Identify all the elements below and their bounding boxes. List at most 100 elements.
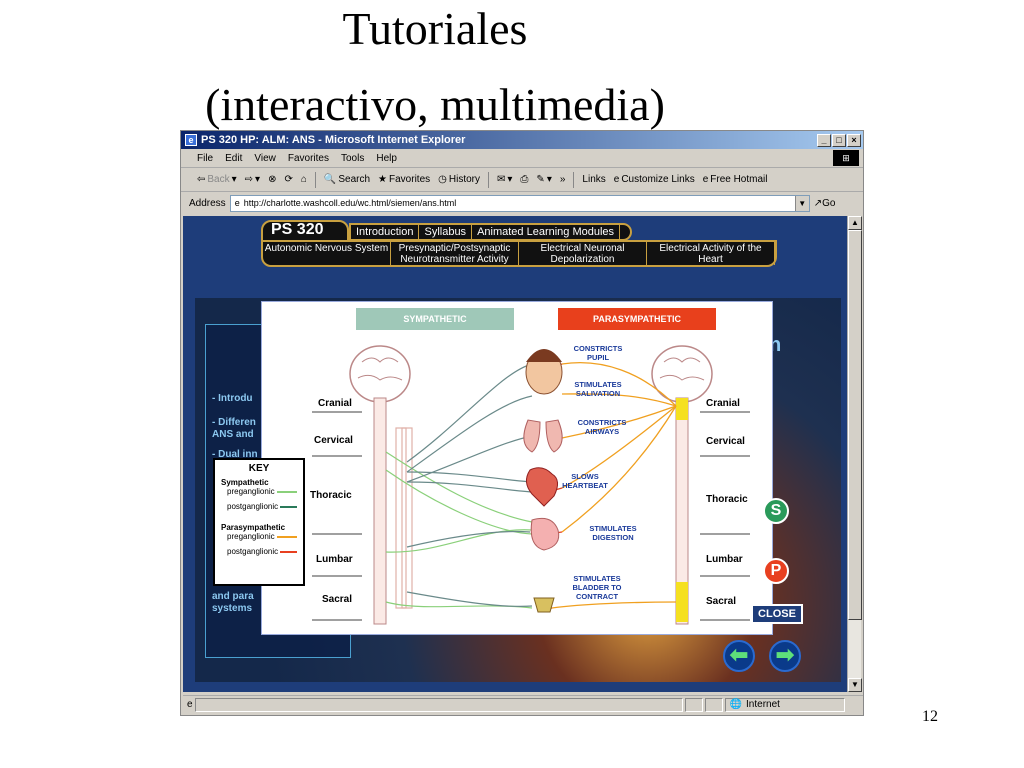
page-content: PS 320Health Psychology Introduction Syl…	[183, 216, 851, 692]
menu-favorites[interactable]: Favorites	[288, 153, 329, 164]
key-para-post: postganglionic	[221, 547, 297, 556]
maximize-button[interactable]: □	[832, 133, 846, 147]
forward-button[interactable]: ⇨ ▾	[245, 174, 260, 185]
key-symp-pre-label: preganglionic	[227, 487, 275, 496]
label-lumbar-left: Lumbar	[316, 554, 353, 565]
gray-fibers	[406, 363, 533, 607]
nav-animated-modules[interactable]: Animated Learning Modules	[472, 225, 621, 239]
scroll-thumb[interactable]	[848, 230, 862, 620]
nav-heart[interactable]: Electrical Activity of the Heart	[647, 242, 775, 265]
links-label[interactable]: Links	[582, 174, 605, 185]
go-label: Go	[822, 197, 836, 209]
list-item[interactable]: - Differen	[212, 417, 256, 429]
page-icon: e	[702, 174, 709, 185]
browser-window: e PS 320 HP: ALM: ANS - Microsoft Intern…	[180, 130, 864, 716]
key-symp-post: postganglionic	[221, 502, 297, 511]
close-window-button[interactable]: ×	[847, 133, 861, 147]
list-item[interactable]: systems	[212, 603, 252, 615]
favorites-icon: ★	[378, 174, 388, 185]
toolbar-overflow-icon[interactable]: »	[560, 174, 566, 185]
module-nav: Autonomic Nervous System Presynaptic/Pos…	[261, 240, 777, 267]
search-label: Search	[338, 174, 371, 185]
label-cervical-right: Cervical	[706, 436, 745, 447]
page-icon: e	[234, 198, 240, 208]
slide-title-line1: Tutoriales	[342, 3, 528, 54]
page-icon: e	[613, 174, 620, 185]
course-logo[interactable]: PS 320Health Psychology	[261, 220, 349, 246]
arrow-right-icon: ➡	[775, 642, 795, 667]
arrow-left-icon: ⬅	[729, 642, 749, 667]
key-line	[276, 490, 297, 493]
address-label: Address	[189, 197, 226, 209]
stop-icon: ⊗	[268, 174, 277, 185]
close-button[interactable]: CLOSE	[751, 604, 803, 624]
forward-arrow-button[interactable]: ➡	[769, 640, 801, 672]
slide-number: 12	[922, 708, 938, 725]
home-button[interactable]: ⌂	[301, 174, 307, 185]
favorites-label: Favorites	[389, 174, 431, 185]
refresh-button[interactable]: ⟳	[284, 174, 292, 185]
left-spine	[349, 345, 411, 625]
key-symp-post-label: postganglionic	[227, 502, 279, 511]
nav-ans[interactable]: Autonomic Nervous System	[263, 242, 391, 265]
address-bar: Address e http://charlotte.washcoll.edu/…	[181, 192, 863, 214]
parasympathetic-button[interactable]: P	[763, 558, 789, 584]
menu-view[interactable]: View	[254, 153, 276, 164]
edit-icon: ✎	[536, 174, 545, 185]
edit-button[interactable]: ✎ ▾	[536, 174, 551, 185]
nav-introduction[interactable]: Introduction	[351, 225, 420, 239]
go-button[interactable]: ↗Go	[814, 198, 836, 209]
print-icon: ⎙	[520, 174, 529, 185]
list-item[interactable]: ANS and	[212, 429, 254, 441]
back-button[interactable]: ⇦ Back ▾	[197, 174, 237, 185]
favorites-button[interactable]: ★ Favorites	[378, 174, 430, 185]
history-label: History	[448, 174, 480, 185]
back-arrow-icon: ⇦	[197, 174, 206, 185]
address-url: http://charlotte.washcoll.edu/wc.html/si…	[243, 198, 457, 208]
history-button[interactable]: ◷ History	[438, 174, 480, 185]
list-item[interactable]: - Introdu	[212, 393, 253, 405]
status-message	[194, 697, 683, 712]
stop-button[interactable]: ⊗	[268, 174, 276, 185]
chevron-down-icon[interactable]: ▼	[794, 195, 809, 211]
list-item[interactable]: and para	[212, 591, 254, 603]
free-hotmail-link[interactable]: e Free Hotmail	[703, 174, 768, 185]
nav-syllabus[interactable]: Syllabus	[419, 225, 473, 239]
mail-button[interactable]: ✉ ▾	[497, 174, 512, 185]
globe-icon: 🌐	[729, 699, 743, 710]
effect-pupil: CONSTRICTS PUPIL	[573, 344, 623, 362]
effect-salivation: STIMULATES SALIVATION	[574, 380, 622, 398]
menu-edit[interactable]: Edit	[225, 153, 242, 164]
key-para-post-label: postganglionic	[227, 547, 279, 556]
toolbar-divider	[488, 171, 489, 188]
top-nav: Introduction Syllabus Animated Learning …	[349, 223, 633, 241]
sympathetic-button[interactable]: S	[763, 498, 789, 524]
key-line	[280, 505, 297, 508]
address-input[interactable]: e http://charlotte.washcoll.edu/wc.html/…	[229, 194, 810, 212]
menu-help[interactable]: Help	[376, 153, 397, 164]
minimize-button[interactable]: _	[817, 133, 831, 147]
free-hotmail-label: Free Hotmail	[710, 174, 768, 185]
status-cell	[684, 697, 703, 712]
vertical-scrollbar[interactable]: ▲ ▼	[847, 216, 862, 692]
nav-neurotransmitter[interactable]: Presynaptic/Postsynaptic Neurotransmitte…	[391, 242, 519, 265]
search-button[interactable]: 🔍 Search	[324, 174, 370, 185]
effect-digestion: STIMULATES DIGESTION	[589, 524, 637, 542]
page-icon: e	[187, 699, 193, 710]
nav-depolarization[interactable]: Electrical Neuronal Depolarization	[519, 242, 647, 265]
toolbar-divider	[573, 171, 575, 188]
right-spine	[651, 345, 713, 625]
scroll-up-icon[interactable]: ▲	[848, 216, 862, 230]
search-icon: 🔍	[323, 174, 337, 185]
customize-links[interactable]: e Customize Links	[614, 174, 695, 185]
key-para-pre: preganglionic	[221, 532, 297, 541]
menu-tools[interactable]: Tools	[341, 153, 364, 164]
print-button[interactable]: ⎙	[520, 174, 528, 185]
back-arrow-button[interactable]: ⬅	[723, 640, 755, 672]
menu-file[interactable]: File	[197, 153, 213, 164]
key-parasympathetic: Parasympathetic	[221, 523, 286, 532]
ans-diagram-popup: SYMPATHETIC PARASYMPATHETIC Cranial Cerv…	[261, 301, 773, 635]
scroll-down-icon[interactable]: ▼	[848, 678, 862, 692]
legend-key: KEY Sympathetic preganglionic postgangli…	[213, 458, 305, 586]
key-title: KEY	[248, 463, 270, 474]
